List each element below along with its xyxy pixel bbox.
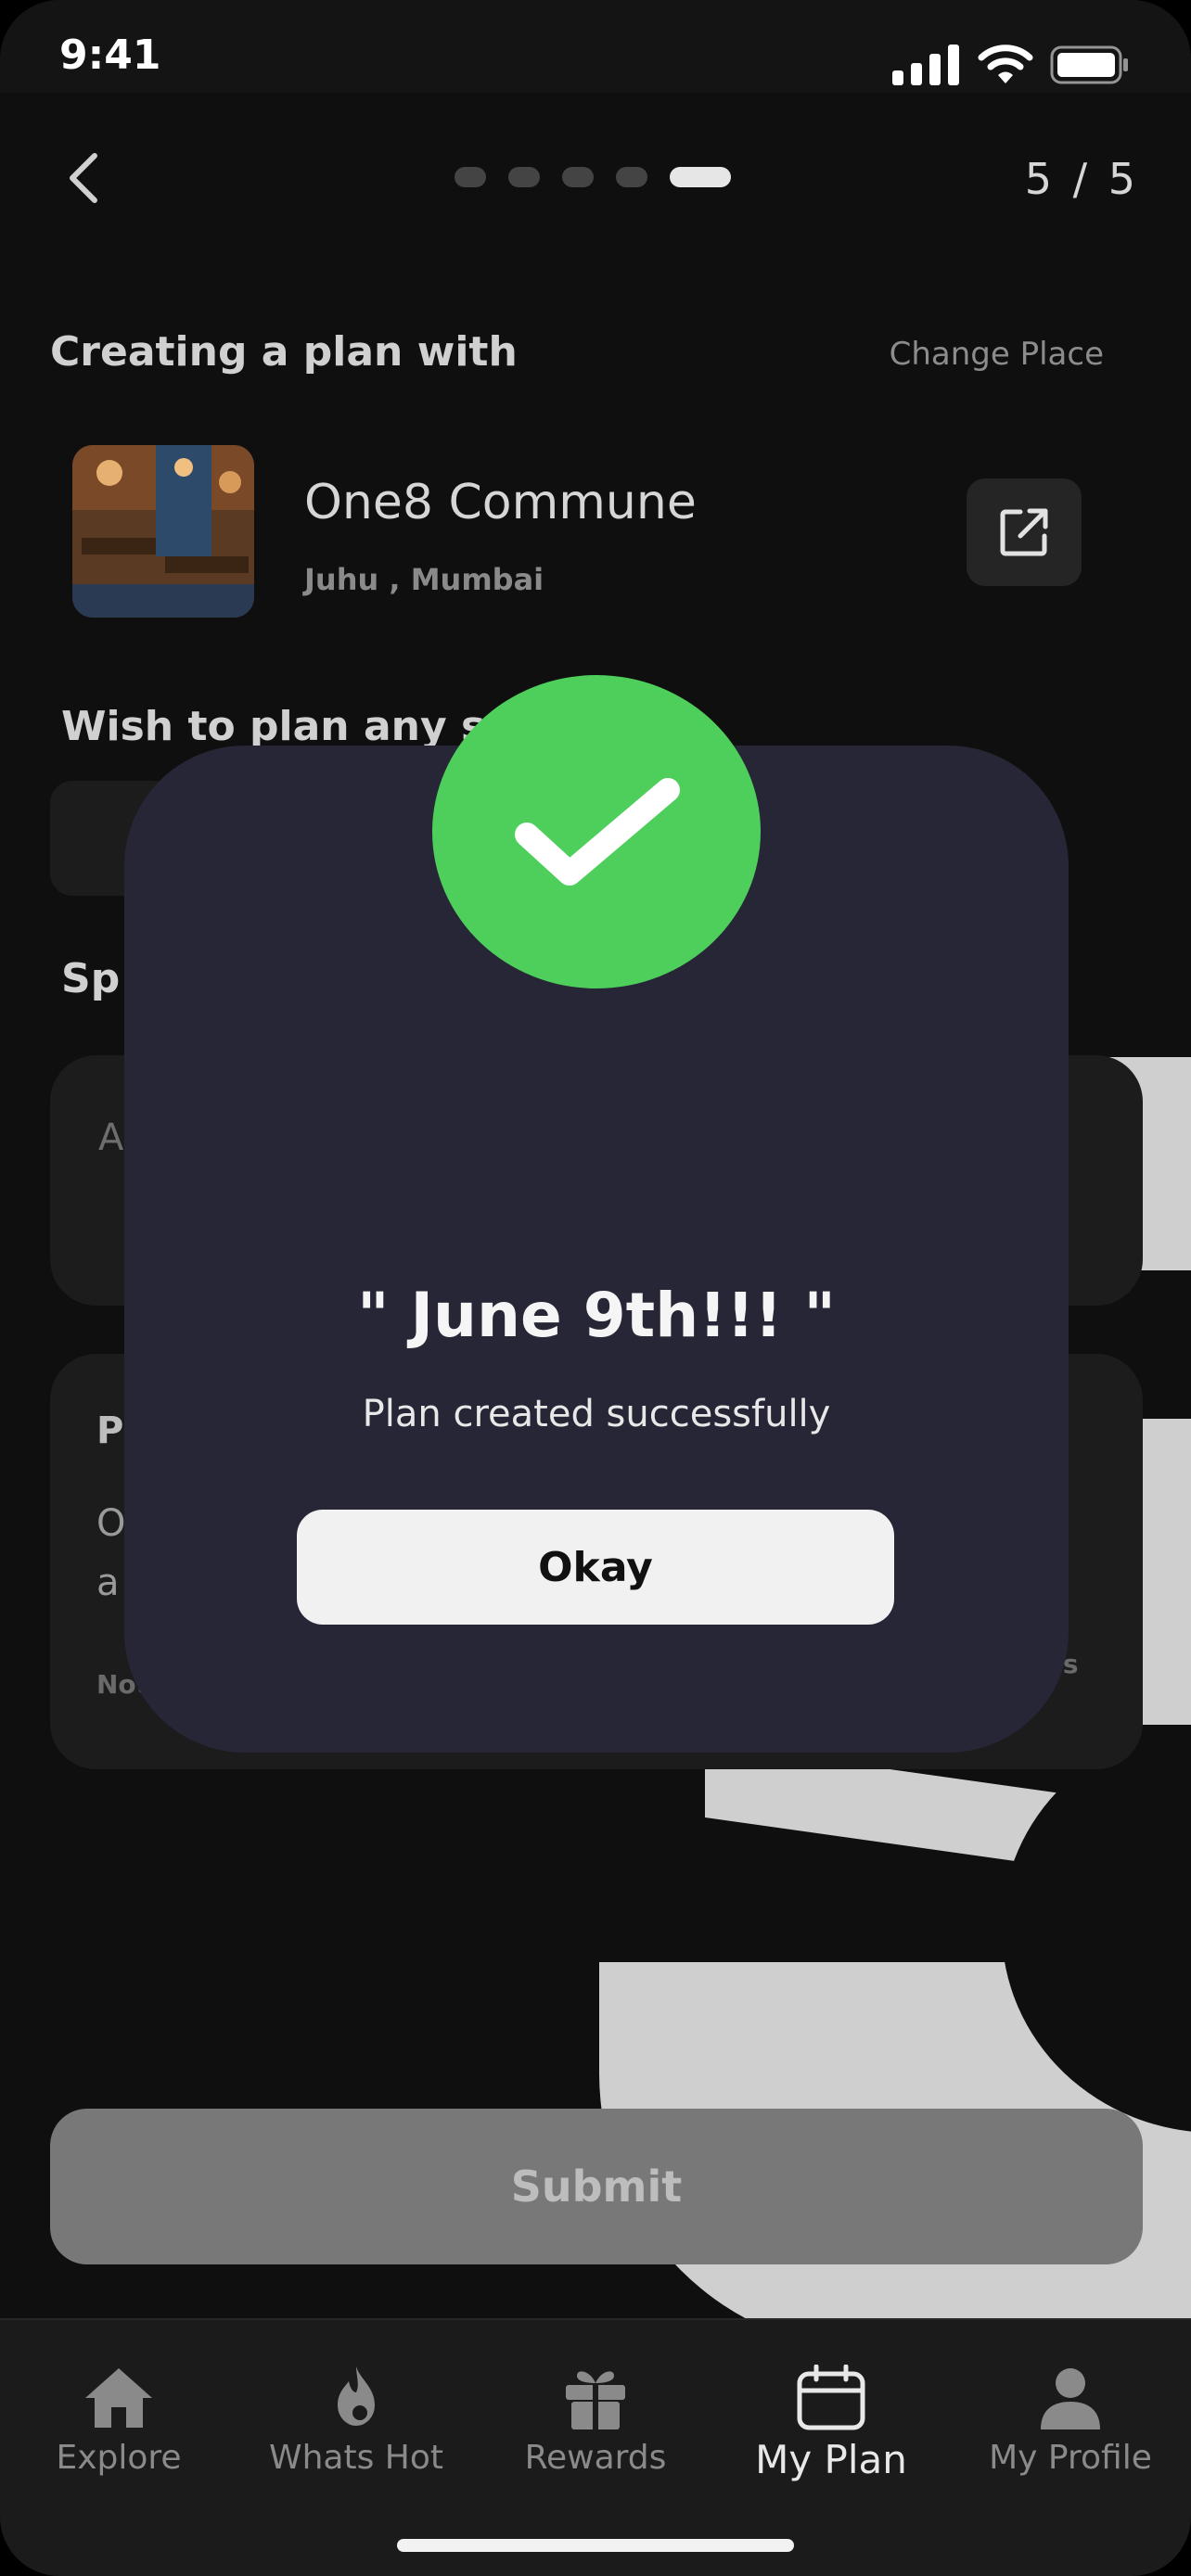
back-chevron-icon[interactable] bbox=[61, 148, 108, 208]
checkmark-icon bbox=[515, 778, 680, 886]
tab-explore[interactable]: Explore bbox=[26, 2320, 211, 2506]
step-dot bbox=[508, 167, 540, 187]
step-dot bbox=[455, 167, 486, 187]
gift-icon bbox=[566, 2371, 625, 2429]
place-name: One8 Commune bbox=[304, 475, 697, 530]
tab-label: Explore bbox=[56, 2439, 182, 2477]
bottom-tab-bar: Explore Whats Hot Rewards My Plan My Pro… bbox=[0, 2318, 1191, 2576]
restaurant-thumbnail bbox=[72, 445, 254, 618]
okay-button[interactable]: Okay bbox=[297, 1510, 894, 1625]
success-badge bbox=[432, 675, 761, 988]
place-location: Juhu , Mumbai bbox=[304, 562, 544, 597]
special-heading: Sp bbox=[61, 955, 121, 1002]
tab-rewards[interactable]: Rewards bbox=[503, 2320, 688, 2506]
tab-my-plan[interactable]: My Plan bbox=[738, 2320, 924, 2506]
battery-icon bbox=[1050, 45, 1128, 84]
policy-text-line: a bbox=[96, 1562, 120, 1604]
policy-text-line: O bbox=[96, 1502, 126, 1545]
cellular-signal-icon bbox=[892, 45, 959, 85]
dialog-title: " June 9th!!! " bbox=[357, 1280, 836, 1351]
tab-label: My Profile bbox=[989, 2439, 1152, 2477]
dialog-message: Plan created successfully bbox=[362, 1393, 831, 1435]
tab-whats-hot[interactable]: Whats Hot bbox=[263, 2320, 449, 2506]
tab-label: Rewards bbox=[524, 2439, 667, 2477]
step-dot bbox=[616, 167, 647, 187]
step-dot-active bbox=[670, 167, 731, 187]
external-link-icon bbox=[1000, 508, 1048, 556]
submit-button[interactable]: Submit bbox=[50, 2109, 1143, 2264]
home-indicator bbox=[397, 2539, 794, 2552]
open-place-button[interactable] bbox=[967, 478, 1082, 586]
special-request-placeholder: A bbox=[98, 1116, 124, 1159]
calendar-icon bbox=[797, 2365, 865, 2430]
change-place-link[interactable]: Change Place bbox=[890, 336, 1104, 373]
step-counter: 5 / 5 bbox=[1024, 154, 1139, 204]
app-screen: 9:41 5 / 5 Creating a plan with Change P… bbox=[0, 0, 1191, 2576]
tab-my-profile[interactable]: My Profile bbox=[978, 2320, 1163, 2506]
status-time: 9:41 bbox=[59, 32, 161, 79]
step-progress-indicator bbox=[455, 167, 738, 187]
tab-label: Whats Hot bbox=[269, 2439, 443, 2477]
step-dot bbox=[562, 167, 594, 187]
flame-icon bbox=[338, 2366, 375, 2426]
wifi-icon bbox=[978, 45, 1033, 83]
plan-section-title: Creating a plan with bbox=[50, 328, 518, 376]
wish-heading: Wish to plan any s bbox=[61, 703, 486, 750]
policy-heading: P bbox=[96, 1409, 124, 1452]
status-bar: 9:41 bbox=[0, 0, 1191, 93]
home-icon bbox=[85, 2368, 152, 2428]
tab-label: My Plan bbox=[755, 2437, 907, 2482]
profile-icon bbox=[1041, 2368, 1100, 2429]
